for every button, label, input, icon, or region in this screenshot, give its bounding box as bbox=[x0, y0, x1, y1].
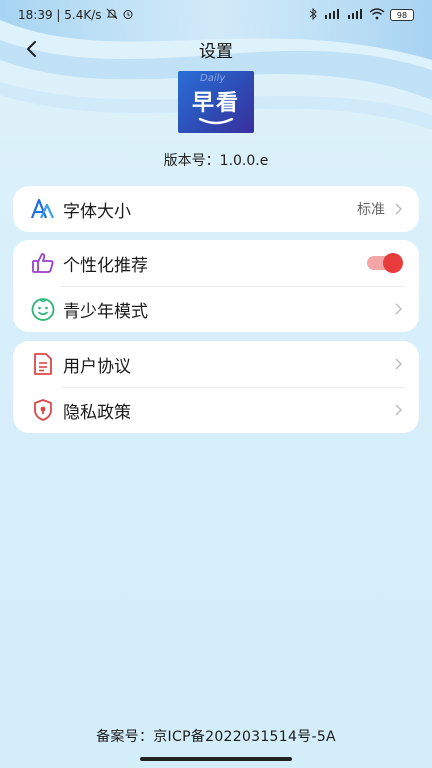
personalized-recommendation-label: 个性化推荐 bbox=[63, 255, 148, 276]
signal-icon bbox=[346, 8, 364, 22]
back-arrow-icon bbox=[27, 41, 36, 57]
app-logo: Daily 早看 bbox=[178, 71, 254, 133]
chevron-right-icon bbox=[395, 358, 402, 370]
toggle-knob bbox=[383, 253, 403, 273]
user-agreement-row[interactable]: 用户协议 bbox=[13, 341, 419, 387]
font-size-value: 标准 bbox=[357, 202, 385, 218]
youth-mode-row[interactable]: 青少年模式 bbox=[13, 286, 419, 332]
status-time-speed: 18:39 | 5.4K/s bbox=[18, 8, 102, 22]
chevron-right-icon bbox=[395, 404, 402, 416]
display-settings-card: 字体大小 标准 bbox=[13, 186, 419, 232]
bluetooth-icon bbox=[309, 7, 318, 23]
chevron-right-icon bbox=[395, 203, 402, 215]
chevron-right-icon bbox=[395, 303, 402, 315]
battery-icon: 98 bbox=[390, 9, 414, 21]
font-size-row[interactable]: 字体大小 标准 bbox=[13, 186, 419, 232]
legal-card: 用户协议 隐私政策 bbox=[13, 341, 419, 433]
privacy-policy-row[interactable]: 隐私政策 bbox=[13, 387, 419, 433]
smiley-face-icon bbox=[29, 295, 57, 323]
wifi-icon bbox=[369, 7, 385, 23]
app-version: 版本号：1.0.0.e bbox=[163, 153, 269, 169]
content-settings-card: 个性化推荐 青少年模式 bbox=[13, 240, 419, 332]
status-bar: 18:39 | 5.4K/s 98 bbox=[0, 0, 432, 30]
logo-smile-icon bbox=[198, 117, 234, 125]
font-size-icon bbox=[29, 195, 57, 223]
user-agreement-label: 用户协议 bbox=[63, 356, 131, 377]
header: 设置 bbox=[0, 32, 432, 66]
personalized-recommendation-row: 个性化推荐 bbox=[13, 240, 419, 286]
signal-icon bbox=[323, 8, 341, 22]
personalized-recommendation-toggle[interactable] bbox=[367, 253, 403, 273]
privacy-policy-label: 隐私政策 bbox=[63, 402, 131, 423]
back-button[interactable] bbox=[18, 36, 44, 62]
document-icon bbox=[29, 350, 57, 378]
alarm-icon bbox=[122, 8, 134, 23]
thumbs-up-icon bbox=[29, 249, 57, 277]
font-size-label: 字体大小 bbox=[63, 201, 131, 222]
youth-mode-label: 青少年模式 bbox=[63, 301, 148, 322]
page-title: 设置 bbox=[199, 41, 233, 62]
mute-icon bbox=[106, 8, 118, 23]
shield-icon bbox=[29, 396, 57, 424]
home-indicator[interactable] bbox=[140, 757, 292, 761]
icp-filing-number: 备案号：京ICP备2022031514号-5A bbox=[96, 729, 336, 745]
